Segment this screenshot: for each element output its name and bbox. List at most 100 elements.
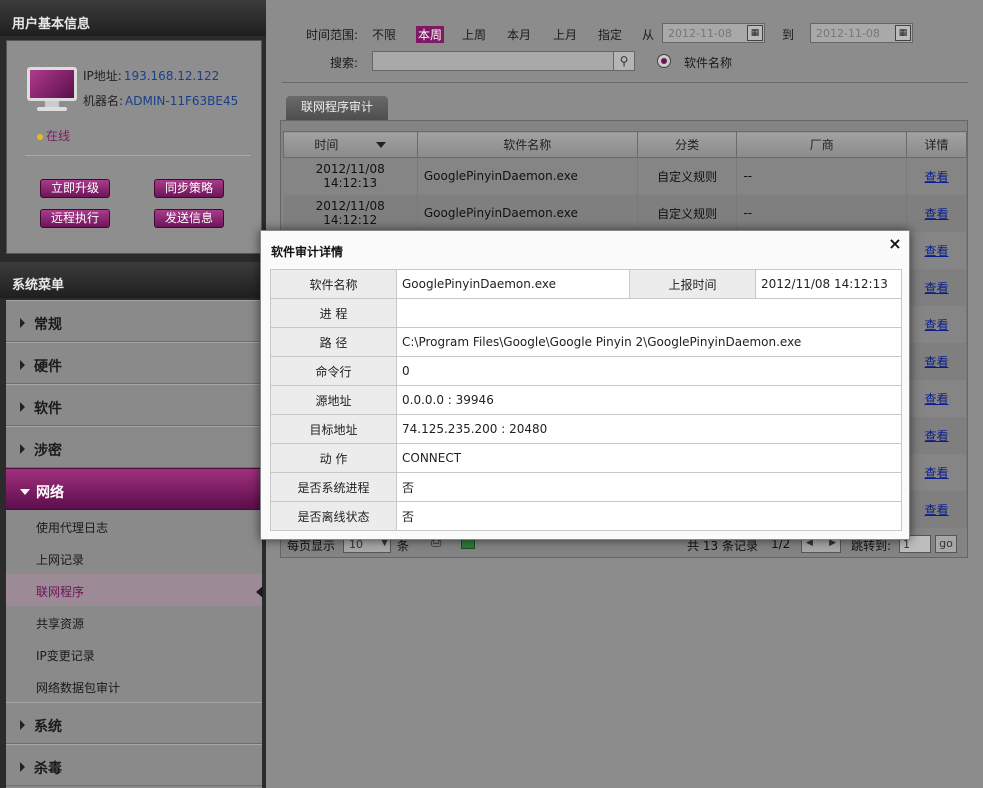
sort-desc-icon[interactable] bbox=[376, 142, 387, 148]
sub-item-ip-changes[interactable]: IP变更记录 bbox=[6, 638, 262, 670]
dialog-title: 软件审计详情 bbox=[271, 245, 344, 259]
view-detail-link[interactable]: 查看 bbox=[925, 207, 949, 221]
menu-label: 杀毒 bbox=[34, 761, 62, 777]
expand-arrow-icon bbox=[20, 444, 25, 454]
menu-label: 系统 bbox=[34, 719, 62, 735]
col-detail: 详情 bbox=[906, 131, 967, 158]
filter-option-last-month[interactable]: 上月 bbox=[553, 26, 577, 43]
detail-label: 目标地址 bbox=[270, 414, 397, 444]
cell-vendor: -- bbox=[736, 194, 908, 232]
menu-label: 硬件 bbox=[34, 359, 62, 375]
ip-label: IP地址: bbox=[83, 69, 122, 83]
detail-row: 进 程 bbox=[270, 298, 902, 328]
filter-option-this-week[interactable]: 本周 bbox=[416, 26, 445, 43]
remote-exec-button[interactable]: 远程执行 bbox=[40, 209, 110, 228]
filter-option-any[interactable]: 不限 bbox=[372, 26, 396, 43]
expand-arrow-icon bbox=[20, 318, 25, 328]
host-label: 机器名: bbox=[83, 94, 124, 108]
software-name-radio[interactable] bbox=[657, 54, 671, 68]
cell-name: GooglePinyinDaemon.exe bbox=[417, 157, 638, 195]
detail-value: 0.0.0.0 : 39946 bbox=[396, 385, 902, 415]
host-value: ADMIN-11F63BE45 bbox=[125, 94, 239, 108]
go-button[interactable]: go bbox=[935, 535, 957, 553]
menu-item-antivirus[interactable]: 杀毒 bbox=[6, 744, 262, 786]
view-detail-link[interactable]: 查看 bbox=[925, 392, 949, 406]
sub-item-packet-audit[interactable]: 网络数据包审计 bbox=[6, 670, 262, 702]
table-row: 2012/11/08 14:12:12 GooglePinyinDaemon.e… bbox=[283, 194, 967, 232]
sub-item-proxy-log[interactable]: 使用代理日志 bbox=[6, 510, 262, 542]
col-time[interactable]: 时间 bbox=[283, 131, 418, 158]
menu-item-software[interactable]: 软件 bbox=[6, 384, 262, 426]
view-detail-link[interactable]: 查看 bbox=[925, 170, 949, 184]
detail-value bbox=[396, 298, 902, 328]
cell-category: 自定义规则 bbox=[637, 157, 738, 195]
menu-item-network[interactable]: 网络 bbox=[6, 468, 262, 510]
menu-label: 软件 bbox=[34, 401, 62, 417]
detail-label: 是否离线状态 bbox=[270, 501, 397, 531]
detail-value: C:\Program Files\Google\Google Pinyin 2\… bbox=[396, 327, 902, 357]
detail-value: CONNECT bbox=[396, 443, 902, 473]
detail-row: 命令行 0 bbox=[270, 356, 902, 386]
time-range-label: 时间范围: bbox=[306, 28, 359, 42]
detail-row: 软件名称 GooglePinyinDaemon.exe 上报时间 2012/11… bbox=[270, 269, 902, 299]
to-date-value: 2012-11-08 bbox=[816, 27, 880, 40]
divider bbox=[282, 82, 968, 83]
view-detail-link[interactable]: 查看 bbox=[925, 466, 949, 480]
calendar-icon[interactable]: ▦ bbox=[747, 25, 763, 41]
col-name: 软件名称 bbox=[416, 131, 638, 158]
detail-row: 路 径 C:\Program Files\Google\Google Pinyin… bbox=[270, 327, 902, 357]
upgrade-button[interactable]: 立即升级 bbox=[40, 179, 110, 198]
to-date-input[interactable]: 2012-11-08 ▦ bbox=[810, 23, 913, 43]
search-label: 搜索: bbox=[330, 56, 359, 70]
view-detail-link[interactable]: 查看 bbox=[925, 355, 949, 369]
software-detail-dialog: 软件审计详情 × 软件名称 GooglePinyinDaemon.exe 上报时… bbox=[260, 230, 910, 540]
sync-policy-button[interactable]: 同步策略 bbox=[154, 179, 224, 198]
detail-table: 软件名称 GooglePinyinDaemon.exe 上报时间 2012/11… bbox=[270, 269, 902, 531]
detail-value: 2012/11/08 14:12:13 bbox=[755, 269, 902, 299]
ip-value: 193.168.12.122 bbox=[123, 69, 220, 83]
menu-label: 涉密 bbox=[34, 443, 62, 459]
send-message-button[interactable]: 发送信息 bbox=[154, 209, 224, 228]
from-date-input[interactable]: 2012-11-08 ▦ bbox=[662, 23, 765, 43]
detail-label: 进 程 bbox=[270, 298, 397, 328]
detail-label: 是否系统进程 bbox=[270, 472, 397, 502]
menu-item-system[interactable]: 系统 bbox=[6, 702, 262, 744]
tab-network-program-audit[interactable]: 联网程序审计 bbox=[286, 96, 388, 120]
computer-icon bbox=[27, 67, 77, 111]
radio-label: 软件名称 bbox=[684, 56, 733, 70]
col-time-label: 时间 bbox=[314, 138, 339, 152]
menu-item-classified[interactable]: 涉密 bbox=[6, 426, 262, 468]
system-menu: 常规 硬件 软件 涉密 网络 使用代理日志 上网记录 联网程序 共享资源 IP变… bbox=[6, 300, 262, 788]
view-detail-link[interactable]: 查看 bbox=[925, 503, 949, 517]
col-vendor: 厂商 bbox=[736, 131, 908, 158]
menu-item-hardware[interactable]: 硬件 bbox=[6, 342, 262, 384]
cell-name: GooglePinyinDaemon.exe bbox=[417, 194, 638, 232]
filter-option-custom[interactable]: 指定 bbox=[598, 26, 622, 43]
status-text: 在线 bbox=[46, 129, 71, 143]
detail-label: 命令行 bbox=[270, 356, 397, 386]
online-status: 在线 bbox=[37, 127, 70, 144]
view-detail-link[interactable]: 查看 bbox=[925, 318, 949, 332]
to-label: 到 bbox=[782, 28, 795, 42]
search-icon[interactable]: ⚲ bbox=[613, 51, 635, 71]
from-label: 从 bbox=[642, 28, 655, 42]
filter-option-this-month[interactable]: 本月 bbox=[507, 26, 531, 43]
view-detail-link[interactable]: 查看 bbox=[925, 281, 949, 295]
detail-label: 动 作 bbox=[270, 443, 397, 473]
menu-item-general[interactable]: 常规 bbox=[6, 300, 262, 342]
total-suffix: 条记录 bbox=[721, 539, 758, 553]
close-icon[interactable]: × bbox=[886, 234, 904, 254]
collapse-arrow-icon bbox=[20, 489, 30, 495]
cell-time: 2012/11/08 14:12:13 bbox=[283, 157, 418, 195]
expand-arrow-icon bbox=[20, 762, 25, 772]
sub-item-shared-resources[interactable]: 共享资源 bbox=[6, 606, 262, 638]
calendar-icon[interactable]: ▦ bbox=[895, 25, 911, 41]
detail-value: 74.125.235.200 : 20480 bbox=[396, 414, 902, 444]
view-detail-link[interactable]: 查看 bbox=[925, 429, 949, 443]
sub-item-web-records[interactable]: 上网记录 bbox=[6, 542, 262, 574]
search-input[interactable] bbox=[372, 51, 614, 71]
sub-item-network-programs[interactable]: 联网程序 bbox=[6, 574, 262, 606]
menu-title: 系统菜单 bbox=[0, 262, 266, 298]
filter-option-last-week[interactable]: 上周 bbox=[462, 26, 486, 43]
view-detail-link[interactable]: 查看 bbox=[925, 244, 949, 258]
